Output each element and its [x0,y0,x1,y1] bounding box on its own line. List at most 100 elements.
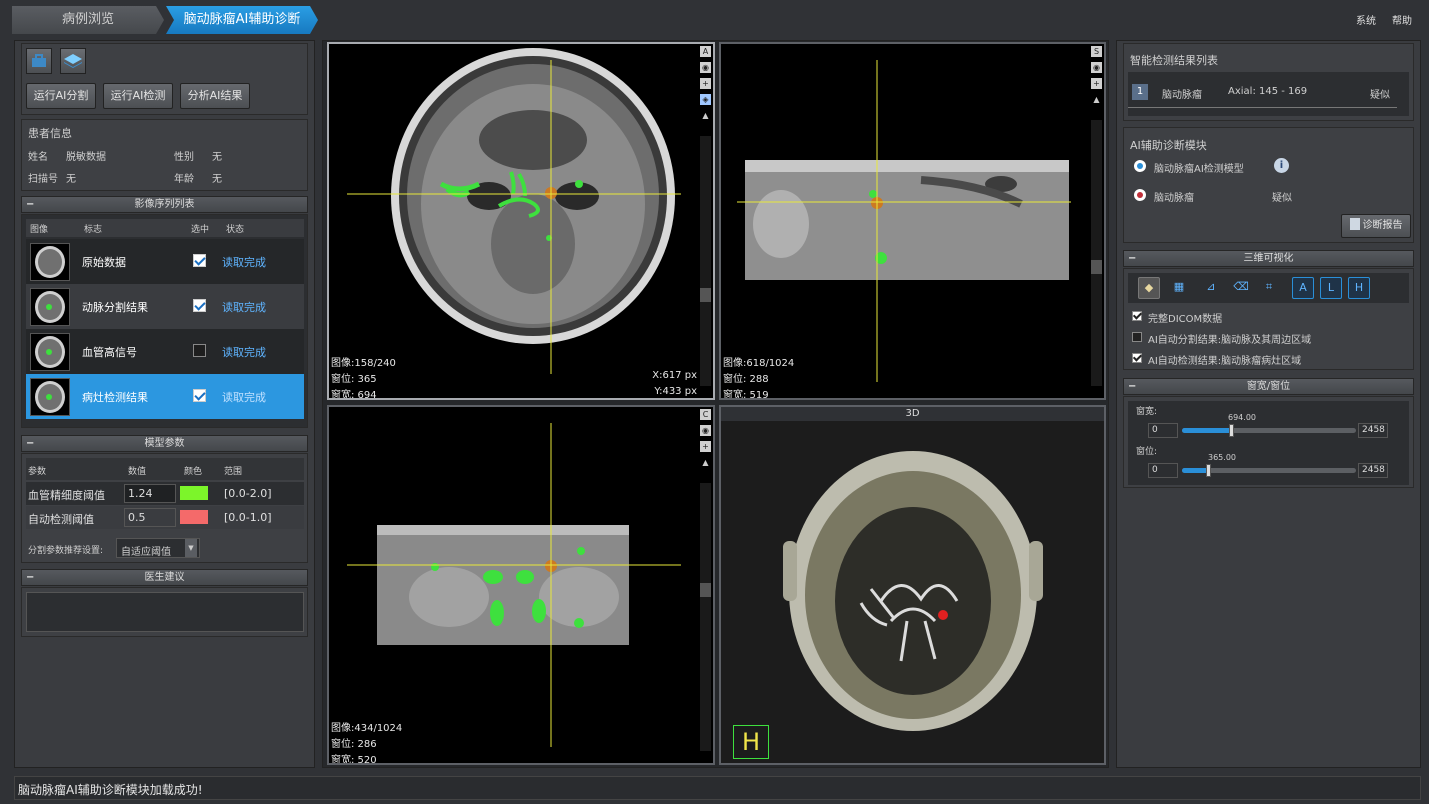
window-width-knob[interactable] [1229,424,1235,437]
diagnosis-report-button[interactable]: 诊断报告 [1341,214,1411,238]
axial-viewport[interactable]: A ◉ + ◈ ▲ X:617 px Y:433 px 图像:158/240 窗… [327,42,715,400]
preset-select[interactable]: 自适应阈值 ▼ [116,538,200,558]
measure-icon[interactable]: ⊿ [1200,277,1222,299]
collapse-icon[interactable]: − [26,570,34,585]
axial-image-index: 图像:158/240 [331,358,396,369]
plus-icon[interactable]: + [700,441,711,452]
right-panel: 智能检测结果列表 1 脑动脉瘤 Axial: 145 - 169 疑似 AI辅助… [1116,40,1421,768]
collapse-icon[interactable]: − [1128,251,1136,266]
vr-title: 3D [721,407,1104,421]
axial-scroll-thumb[interactable] [700,288,711,302]
trash-icon[interactable]: ⌫ [1230,277,1252,299]
sagittal-viewport[interactable]: S ◉ + ▲ 图像:618/1024 窗位: 288 窗宽: 519 [719,42,1106,400]
collapse-icon[interactable]: − [26,436,34,451]
crop-icon[interactable]: ⌗ [1258,277,1280,299]
camera-icon[interactable]: ◉ [700,425,711,436]
series-checkbox[interactable] [193,344,206,357]
settings-icon[interactable]: ◈ [700,94,711,105]
menu-help[interactable]: 帮助 [1392,12,1412,27]
result-item[interactable]: 1 脑动脉瘤 Axial: 145 - 169 疑似 [1128,80,1397,108]
coronal-scrollbar[interactable] [700,483,711,751]
vis3d-checkbox[interactable] [1132,311,1142,321]
axial-scrollbar[interactable] [700,136,711,386]
param-value-input[interactable]: 0.5 [124,508,176,527]
series-checkbox[interactable] [193,299,206,312]
sagittal-scrollbar[interactable] [1091,120,1102,386]
document-icon [1349,218,1360,230]
series-checkbox[interactable] [193,389,206,402]
run-segmentation-button[interactable]: 运行AI分割 [26,83,96,109]
window-width-value: 694.00 [1228,413,1256,422]
layers-icon[interactable] [60,48,86,74]
window-width-min[interactable]: 0 [1148,423,1178,438]
view-h-icon[interactable]: H [1348,277,1370,299]
param-col-color: 颜色 [184,467,203,477]
preset-label: 分割参数推荐设置: [28,546,104,556]
series-header[interactable]: − 影像序列列表 [21,196,308,213]
camera-icon[interactable]: ◉ [700,62,711,73]
camera-icon[interactable]: ◉ [1091,62,1102,73]
sagittal-scroll-thumb[interactable] [1091,260,1102,274]
param-col-value: 数值 [128,467,147,477]
vis3d-checkbox[interactable] [1132,353,1142,363]
model-label: 脑动脉瘤AI检测模型 [1154,164,1244,175]
coronal-orientation-tag: C [700,409,711,420]
series-row[interactable]: 动脉分割结果 读取完成 [26,284,304,329]
view-a-icon[interactable]: A [1292,277,1314,299]
model-params-header[interactable]: − 模型参数 [21,435,308,452]
series-row[interactable]: 病灶检测结果 读取完成 [26,374,304,419]
scroll-up-icon[interactable]: ▲ [700,110,711,121]
window-level-knob[interactable] [1205,464,1211,477]
doctor-advice-input[interactable] [26,592,304,632]
tab-ai-diagnosis[interactable]: 脑动脉瘤AI辅助诊断 [166,6,318,34]
info-icon[interactable]: i [1274,158,1289,173]
series-thumbnail [30,243,70,281]
menu-system[interactable]: 系统 [1356,12,1376,27]
vis3d-option[interactable]: AI自动检测结果:脑动脉瘤病灶区域 [1132,351,1402,367]
diagnosis-panel: AI辅助诊断模块 .r1::after{background:#2a8fd8} … [1123,127,1414,243]
window-width-max[interactable]: 2458 [1358,423,1388,438]
vr-3d-viewport[interactable]: 3D H [719,405,1106,765]
vis3d-option[interactable]: AI自动分割结果:脑动脉及其周边区域 [1132,330,1402,346]
window-level-max[interactable]: 2458 [1358,463,1388,478]
doctor-advice-header[interactable]: − 医生建议 [21,569,308,586]
param-color-swatch[interactable] [180,486,208,500]
plus-icon[interactable]: + [1091,78,1102,89]
plus-icon[interactable]: + [700,78,711,89]
case-icon[interactable] [26,48,52,74]
cube-icon[interactable]: ◆ [1138,277,1160,299]
run-detection-button[interactable]: 运行AI检测 [103,83,173,109]
vis3d-header[interactable]: − 三维可视化 [1123,250,1414,267]
window-header[interactable]: − 窗宽/窗位 [1123,378,1414,395]
series-row[interactable]: 血管高信号 读取完成 [26,329,304,374]
coronal-viewport[interactable]: C ◉ + ▲ 图像:434/1024 窗位: 286 窗宽: 520 [327,405,715,765]
window-width-fill [1182,428,1232,433]
series-table-header: 图像 标志 选中 状态 [26,219,304,237]
param-row: 血管精细度阈值 1.24 [0.0-2.0] [26,482,304,505]
sagittal-orientation-tag: S [1091,46,1102,57]
view-l-icon[interactable]: L [1320,277,1342,299]
vis3d-option[interactable]: 完整DICOM数据 [1132,309,1402,325]
chevron-down-icon: ▼ [185,539,197,557]
collapse-icon[interactable]: − [1128,379,1136,394]
window-level-slider[interactable] [1182,464,1356,477]
param-value-input[interactable]: 1.24 [124,484,176,503]
sagittal-image-index: 图像:618/1024 [723,358,795,369]
scroll-up-icon[interactable]: ▲ [1091,94,1102,105]
series-row[interactable]: 原始数据 读取完成 [26,239,304,284]
window-width-slider[interactable] [1182,424,1356,437]
window-level-min[interactable]: 0 [1148,463,1178,478]
coronal-scroll-thumb[interactable] [700,583,711,597]
scroll-up-icon[interactable]: ▲ [700,457,711,468]
tab-case-browse[interactable]: 病例浏览 [12,6,164,34]
grid-icon[interactable]: ▦ [1168,277,1190,299]
analyze-results-button[interactable]: 分析AI结果 [180,83,250,109]
result-name: 脑动脉瘤 [1162,90,1202,101]
series-checkbox[interactable] [193,254,206,267]
results-list: 1 脑动脉瘤 Axial: 145 - 169 疑似 [1128,72,1409,116]
vis3d-checkbox[interactable] [1132,332,1142,342]
diagnosis-result-value: 疑似 [1272,193,1292,204]
collapse-icon[interactable]: − [26,197,34,212]
param-range: [0.0-1.0] [224,511,272,524]
param-color-swatch[interactable] [180,510,208,524]
